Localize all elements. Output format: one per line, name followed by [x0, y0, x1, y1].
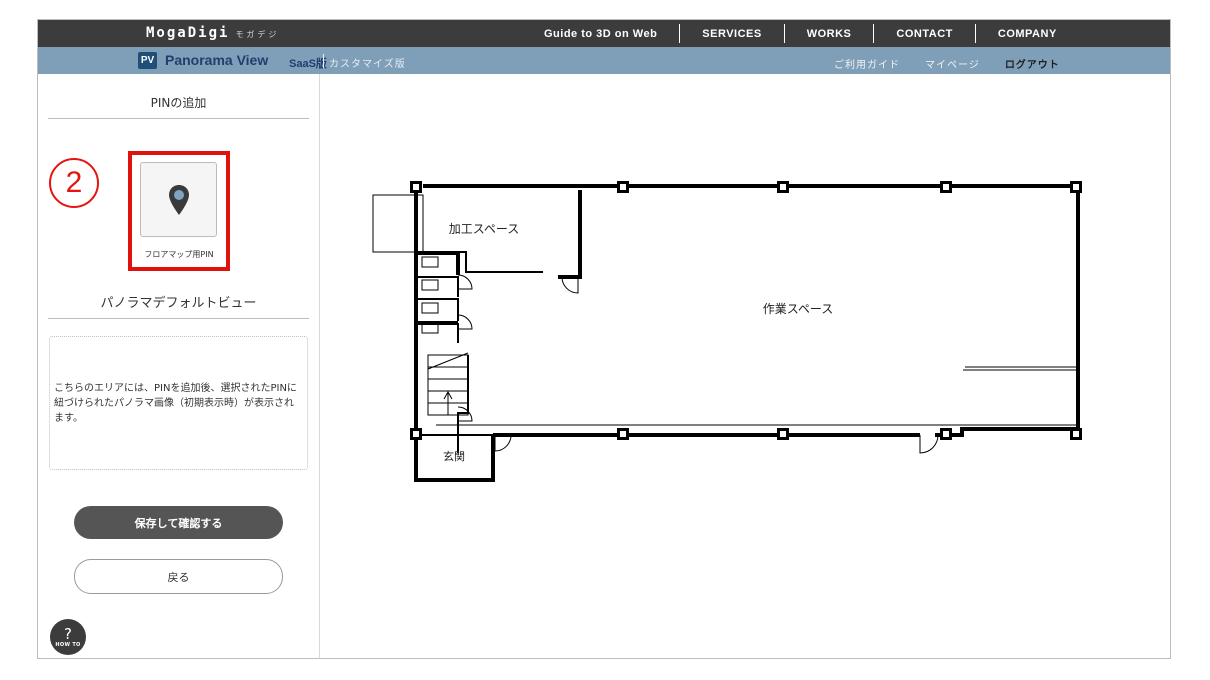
pin-section-title: PINの追加	[48, 94, 309, 119]
map-pin-icon	[168, 184, 189, 215]
edition-label: SaaS版	[289, 58, 327, 70]
top-navigation-bar: MogaDigi モガデジ Guide to 3D on Web SERVICES…	[38, 20, 1170, 47]
back-button[interactable]: 戻る	[74, 559, 283, 594]
app-frame: MogaDigi モガデジ Guide to 3D on Web SERVICES…	[37, 19, 1171, 659]
logout-link[interactable]: ログアウト	[1005, 56, 1060, 71]
custom-edition-link[interactable]: カスタマイズ版	[329, 55, 406, 70]
howto-label: HOW TO	[55, 641, 81, 648]
pv-logo-badge: PV	[138, 52, 157, 69]
howto-help-button[interactable]: ? HOW TO	[50, 619, 86, 655]
product-bar: PV Panorama View SaaS版 カスタマイズ版 ご利用ガイド マイ…	[38, 47, 1170, 74]
nav-works[interactable]: WORKS	[785, 28, 874, 40]
nav-guide-3d[interactable]: Guide to 3D on Web	[522, 28, 679, 40]
default-view-title: パノラマデフォルトビュー	[48, 292, 309, 319]
room-label-processing: 加工スペース	[449, 222, 520, 236]
info-text: こちらのエリアには、PINを追加後、選択されたPINに紐づけられたパノラマ画像（…	[54, 382, 297, 424]
mypage-link[interactable]: マイページ	[925, 56, 980, 71]
room-label-work-space: 作業スペース	[763, 302, 834, 316]
user-links: ご利用ガイド マイページ ログアウト	[834, 56, 1060, 71]
logo-subtext: モガデジ	[235, 30, 280, 39]
nav-contact[interactable]: CONTACT	[874, 28, 974, 40]
default-view-info-box: こちらのエリアには、PINを追加後、選択されたPINに紐づけられたパノラマ画像（…	[49, 336, 308, 470]
left-sidebar: PINの追加 2 フロアマップ用PIN パノラマデフォルトビュー こちらのエリア…	[38, 74, 320, 658]
floor-plan-map[interactable]: 加工スペース 作業スペース 玄関	[368, 173, 1088, 483]
room-label-entrance: 玄関	[443, 449, 465, 463]
step-number-annotation: 2	[49, 158, 99, 208]
product-title[interactable]: Panorama View	[165, 52, 268, 68]
floor-map-pin-button[interactable]	[140, 162, 217, 237]
edition-divider	[323, 54, 324, 68]
pin-card-label: フロアマップ用PIN	[144, 250, 214, 259]
nav-services[interactable]: SERVICES	[680, 28, 783, 40]
logo-text: MogaDigi	[146, 25, 230, 41]
main-nav: Guide to 3D on Web SERVICES WORKS CONTAC…	[522, 20, 1079, 47]
guide-link[interactable]: ご利用ガイド	[834, 56, 900, 71]
nav-company[interactable]: COMPANY	[976, 28, 1079, 40]
brand-logo[interactable]: MogaDigi モガデジ	[146, 25, 279, 41]
save-and-confirm-button[interactable]: 保存して確認する	[74, 506, 283, 539]
question-icon: ?	[64, 624, 72, 643]
